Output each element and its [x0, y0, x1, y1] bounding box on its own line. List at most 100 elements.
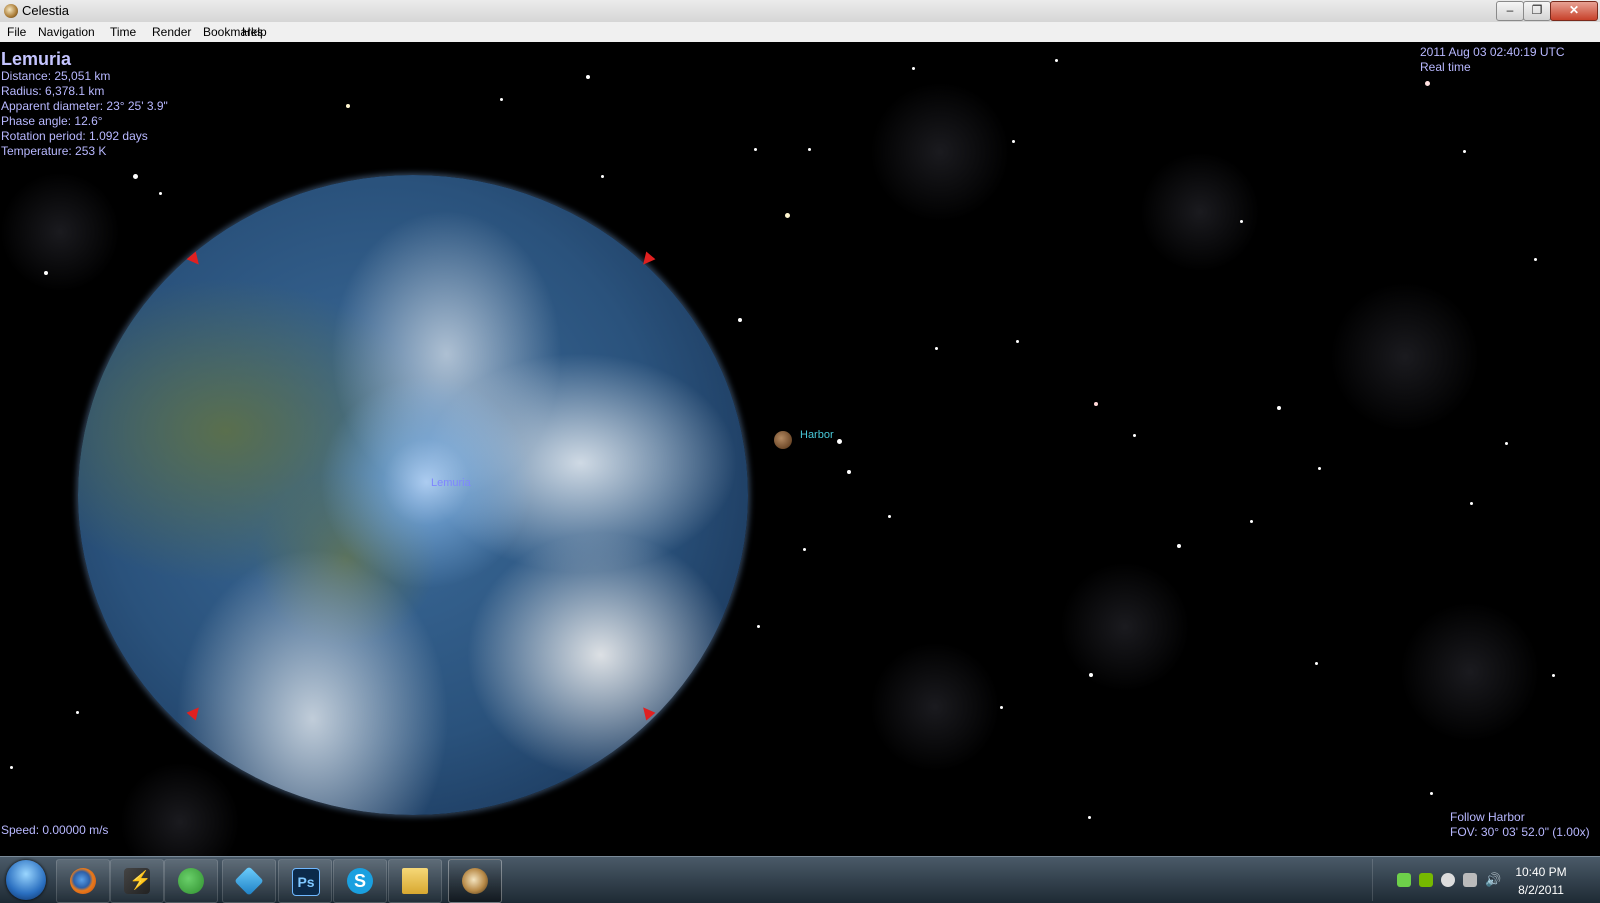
galaxy-glow — [1140, 152, 1260, 272]
galaxy-glow — [120, 762, 240, 856]
celestia-app-icon — [4, 4, 18, 18]
folder-icon — [402, 868, 428, 894]
galaxy-glow — [0, 172, 120, 292]
taskbar-explorer[interactable] — [388, 859, 442, 903]
taskbar-messenger[interactable] — [164, 859, 218, 903]
time-mode-text: Real time — [1420, 60, 1471, 74]
datetime-text: 2011 Aug 03 02:40:19 UTC — [1420, 45, 1565, 59]
star — [808, 148, 811, 151]
follow-panel: Follow Harbor FOV: 30° 03' 52.0" (1.00x) — [1450, 810, 1590, 840]
star — [1000, 706, 1003, 709]
star — [76, 711, 79, 714]
network-tray-icon[interactable] — [1463, 873, 1477, 887]
galaxy-glow — [1060, 562, 1190, 692]
star — [1470, 502, 1473, 505]
temperature-text: Temperature: 253 K — [1, 144, 107, 158]
star — [847, 470, 851, 474]
taskbar-winamp[interactable] — [110, 859, 164, 903]
menu-bookmarks[interactable]: Help — [242, 25, 267, 39]
menu-file[interactable]: File — [7, 25, 26, 39]
planet-label[interactable]: Lemuria — [431, 477, 471, 489]
star — [1177, 544, 1181, 548]
phase-angle-text: Phase angle: 12.6° — [1, 114, 103, 128]
taskbar-celestia[interactable] — [448, 859, 502, 903]
speed-text: Speed: 0.00000 m/s — [1, 823, 109, 837]
distance-text: Distance: 25,051 km — [1, 69, 111, 83]
star — [1250, 520, 1253, 523]
star — [1055, 59, 1058, 62]
time-panel: 2011 Aug 03 02:40:19 UTC Real time — [1420, 45, 1565, 75]
apparent-diameter-text: Apparent diameter: 23° 25' 3.9" — [1, 99, 168, 113]
star — [1430, 792, 1433, 795]
star — [912, 67, 915, 70]
galaxy-glow — [870, 82, 1010, 222]
minimize-button[interactable]: – — [1496, 1, 1524, 21]
star — [601, 175, 604, 178]
star — [1505, 442, 1508, 445]
clock-time: 10:40 PM — [1515, 865, 1567, 879]
celestia-icon — [462, 868, 488, 894]
messenger-icon — [178, 868, 204, 894]
window-title: Celestia — [22, 3, 69, 18]
star — [1318, 467, 1321, 470]
star — [1277, 406, 1281, 410]
space-viewport[interactable]: Lemuria Harbor Lemuria Distance: 25,051 … — [0, 42, 1600, 856]
skype-icon: S — [347, 868, 373, 894]
star — [785, 213, 790, 218]
star — [1552, 674, 1555, 677]
taskbar-cube-app[interactable] — [222, 859, 276, 903]
menu-navigation[interactable]: Navigation — [38, 25, 95, 39]
nvidia-tray-icon[interactable] — [1419, 873, 1433, 887]
close-button[interactable]: ✕ — [1550, 1, 1598, 21]
object-name: Lemuria — [1, 49, 72, 69]
follow-text: Follow Harbor — [1450, 810, 1525, 824]
menu-time[interactable]: Time — [110, 25, 136, 39]
cube-app-icon — [234, 866, 264, 896]
media-tray-icon[interactable] — [1441, 873, 1455, 887]
star — [754, 148, 757, 151]
security-tray-icon[interactable] — [1397, 873, 1411, 887]
object-info-panel: Distance: 25,051 km Radius: 6,378.1 km A… — [1, 69, 168, 159]
star — [1133, 434, 1136, 437]
clock-date: 8/2/2011 — [1518, 883, 1564, 897]
star — [837, 439, 842, 444]
photoshop-icon: Ps — [292, 868, 320, 896]
menu-bar: File Navigation Time Render Bookmarks He… — [0, 22, 1600, 42]
galaxy-glow — [1400, 602, 1540, 742]
menu-render[interactable]: Render — [152, 25, 191, 39]
star — [803, 548, 806, 551]
rotation-period-text: Rotation period: 1.092 days — [1, 129, 148, 143]
star — [159, 192, 162, 195]
star — [1425, 81, 1430, 86]
taskbar: Ps S 🔊 10:40 PM 8/2/2011 — [0, 856, 1600, 903]
winamp-icon — [124, 868, 151, 894]
title-bar: Celestia – ❐ ✕ — [0, 0, 1600, 23]
star — [500, 98, 503, 101]
star — [1016, 340, 1019, 343]
star — [888, 515, 891, 518]
star — [1012, 140, 1015, 143]
star — [1089, 673, 1093, 677]
star — [1463, 150, 1466, 153]
galaxy-glow — [1330, 282, 1480, 432]
fov-text: FOV: 30° 03' 52.0" (1.00x) — [1450, 825, 1590, 839]
moon-label[interactable]: Harbor — [800, 429, 834, 441]
star — [935, 347, 938, 350]
taskbar-clock[interactable]: 10:40 PM 8/2/2011 — [1491, 863, 1591, 899]
star — [1315, 662, 1318, 665]
galaxy-glow — [870, 642, 1000, 772]
taskbar-firefox[interactable] — [56, 859, 110, 903]
maximize-button[interactable]: ❐ — [1523, 1, 1551, 21]
taskbar-skype[interactable]: S — [333, 859, 387, 903]
star — [757, 625, 760, 628]
start-orb-icon[interactable] — [6, 860, 46, 900]
firefox-icon — [70, 868, 96, 894]
taskbar-photoshop[interactable]: Ps — [278, 859, 332, 903]
star — [586, 75, 590, 79]
star — [1094, 402, 1098, 406]
star — [1534, 258, 1537, 261]
radius-text: Radius: 6,378.1 km — [1, 84, 105, 98]
moon-harbor[interactable] — [774, 431, 792, 449]
star — [1240, 220, 1243, 223]
star — [44, 271, 48, 275]
